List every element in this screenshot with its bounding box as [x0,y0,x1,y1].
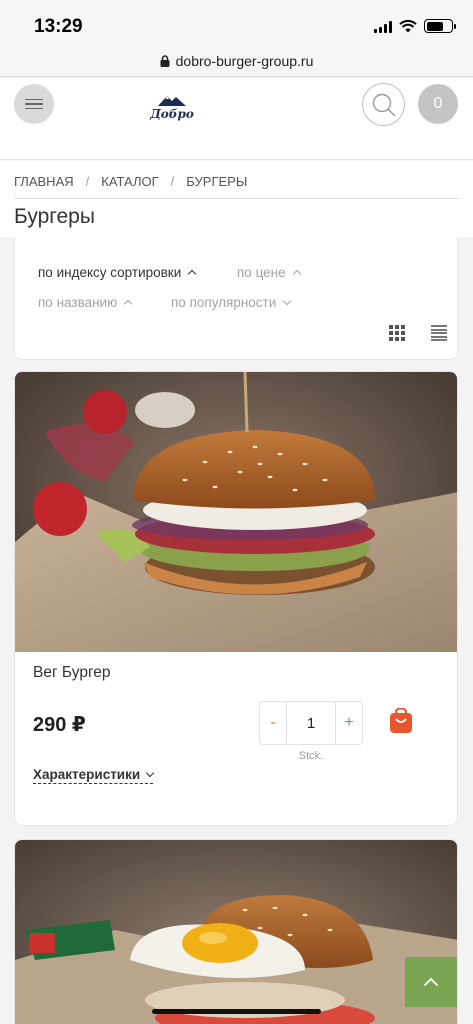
status-bar: 13:29 [0,0,473,46]
mountain-logo-icon [158,96,186,106]
scroll-to-top-button[interactable] [405,957,457,1007]
product-price: 290 ₽ [33,714,86,736]
search-icon [372,93,395,116]
breadcrumb-area: ГЛАВНАЯ / КАТАЛОГ / БУРГЕРЫ Бургеры [0,161,473,237]
breadcrumb-home[interactable]: ГЛАВНАЯ [14,174,74,189]
cart-count: 0 [433,95,443,112]
breadcrumb-current: БУРГЕРЫ [186,174,248,189]
quantity-stepper: - 1 + [259,701,363,745]
sort-panel: по индексу сортировки по цене по названи… [14,237,458,360]
breadcrumb-catalog[interactable]: КАТАЛОГ [101,174,158,189]
list-view-icon[interactable] [431,325,447,341]
logo-text: Добро [150,107,194,121]
product-image[interactable] [15,372,458,652]
breadcrumb: ГЛАВНАЯ / КАТАЛОГ / БУРГЕРЫ [14,174,247,189]
status-time: 13:29 [34,16,83,37]
wifi-icon [399,19,417,32]
sort-by-popularity[interactable]: по популярности [171,295,292,310]
breadcrumb-separator: / [85,174,90,189]
cart-button[interactable]: 0 [418,84,458,124]
menu-button[interactable] [14,84,54,124]
chevron-up-icon [423,977,439,987]
page-title: Бургеры [14,205,95,228]
hamburger-icon [25,98,43,101]
product-card [14,839,458,1024]
chevron-up-icon [292,269,301,279]
specs-label: Характеристики [33,767,141,782]
quantity-decrease-button[interactable]: - [260,702,286,744]
breadcrumb-separator: / [170,174,175,189]
sort-label: по индексу сортировки [38,265,182,280]
signal-icon [374,20,392,33]
chevron-up-icon [123,299,133,309]
product-name[interactable]: Вег Бургер [33,664,111,682]
status-icons [374,19,456,33]
specs-toggle[interactable]: Характеристики [33,767,155,784]
url-text: dobro-burger-group.ru [175,53,314,69]
chevron-up-icon [188,269,197,279]
sort-label: по названию [38,295,118,310]
chevron-down-icon [283,296,292,306]
logo[interactable]: Добро [143,82,201,132]
sort-by-price[interactable]: по цене [237,265,301,280]
sort-label: по цене [237,265,286,280]
add-to-cart-bag-icon[interactable] [389,708,413,734]
lock-icon [160,55,170,67]
product-card: Вег Бургер 290 ₽ - 1 + Stck. Характерист… [14,371,458,826]
sort-by-index[interactable]: по индексу сортировки [38,265,197,280]
site-header: Добро 0 [0,78,473,160]
grid-view-icon[interactable] [389,325,405,341]
quantity-input[interactable]: 1 [286,702,336,744]
battery-icon [424,19,456,33]
chevron-down-icon [145,768,155,778]
quantity-unit: Stck. [298,750,324,762]
product-image[interactable] [15,840,458,1024]
sort-by-name[interactable]: по названию [38,295,133,310]
url-bar[interactable]: dobro-burger-group.ru [0,46,473,77]
divider [14,198,459,199]
home-indicator [152,1009,321,1014]
quantity-increase-button[interactable]: + [336,702,362,744]
sort-label: по популярности [171,295,277,310]
search-button[interactable] [362,83,405,126]
